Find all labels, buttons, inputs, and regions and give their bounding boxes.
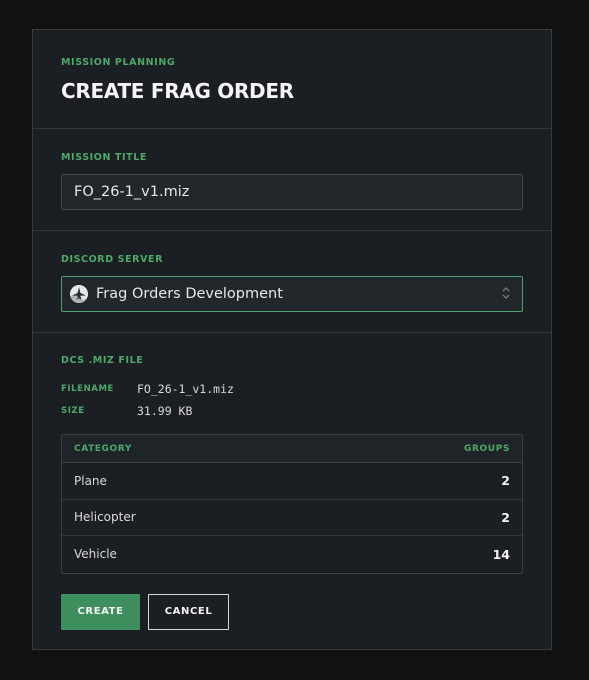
- groups-cell: 2: [501, 509, 510, 525]
- mission-title-label: MISSION TITLE: [61, 152, 147, 163]
- category-cell: Helicopter: [74, 510, 136, 525]
- filename-key: FILENAME: [61, 384, 114, 394]
- category-cell: Vehicle: [74, 547, 117, 562]
- size-key: SIZE: [61, 406, 85, 416]
- miz-file-label: DCS .MIZ FILE: [61, 355, 144, 366]
- miz-file-section: DCS .MIZ FILE FILENAME FO_26-1_v1.miz SI…: [33, 333, 551, 630]
- table-header: CATEGORY GROUPS: [62, 435, 522, 463]
- server-avatar-icon: [70, 285, 88, 303]
- dialog-header: MISSION PLANNING CREATE FRAG ORDER: [33, 30, 551, 129]
- discord-server-section: DISCORD SERVER Frag Orders Development: [33, 231, 551, 333]
- table-row: Helicopter 2: [62, 500, 522, 536]
- column-header-groups: GROUPS: [464, 443, 510, 454]
- mission-title-value: FO_26-1_v1.miz: [74, 184, 190, 200]
- discord-server-selected: Frag Orders Development: [96, 286, 283, 302]
- discord-server-label: DISCORD SERVER: [61, 254, 164, 265]
- filename-value: FO_26-1_v1.miz: [137, 382, 234, 396]
- column-header-category: CATEGORY: [74, 443, 132, 454]
- dialog-actions: CREATE CANCEL: [61, 593, 523, 630]
- create-frag-order-dialog: MISSION PLANNING CREATE FRAG ORDER MISSI…: [32, 29, 552, 650]
- size-value: 31.99 KB: [137, 404, 193, 418]
- cancel-button[interactable]: CANCEL: [148, 593, 229, 630]
- header-eyebrow: MISSION PLANNING: [61, 57, 176, 68]
- chevron-up-down-icon: [502, 286, 510, 302]
- groups-cell: 2: [501, 473, 510, 489]
- mission-title-input[interactable]: FO_26-1_v1.miz: [61, 174, 523, 210]
- size-row: SIZE 31.99 KB: [61, 400, 523, 422]
- table-row: Plane 2: [62, 463, 522, 500]
- filename-row: FILENAME FO_26-1_v1.miz: [61, 378, 523, 400]
- table-row: Vehicle 14: [62, 536, 522, 573]
- groups-cell: 14: [492, 546, 510, 562]
- discord-server-select[interactable]: Frag Orders Development: [61, 276, 523, 312]
- category-cell: Plane: [74, 473, 107, 488]
- mission-title-section: MISSION TITLE FO_26-1_v1.miz: [33, 129, 551, 231]
- groups-table: CATEGORY GROUPS Plane 2 Helicopter 2 Veh…: [61, 434, 523, 574]
- file-meta: FILENAME FO_26-1_v1.miz SIZE 31.99 KB: [61, 378, 523, 422]
- page-title: CREATE FRAG ORDER: [61, 79, 294, 103]
- create-button[interactable]: CREATE: [61, 593, 140, 630]
